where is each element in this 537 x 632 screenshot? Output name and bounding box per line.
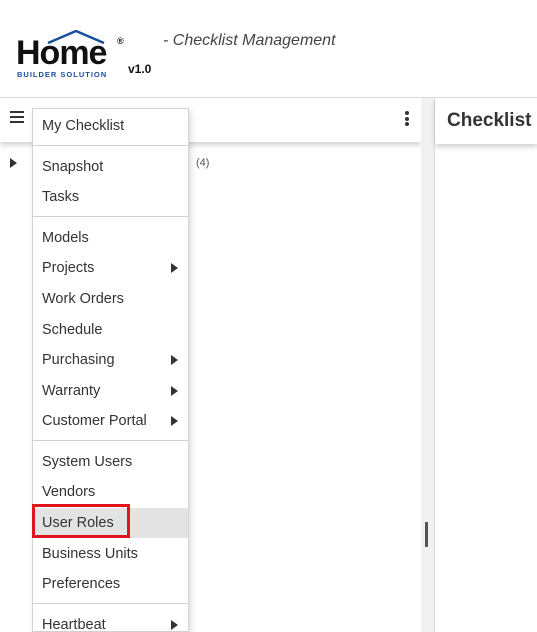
menu-item-label: Preferences [42,576,121,592]
menu-separator [33,440,188,441]
app-header: Home ® BUILDER SOLUTION v1.0 - Checklist… [0,0,537,97]
submenu-arrow-icon [171,355,178,365]
menu-item-label: Schedule [42,322,103,338]
highlight-annotation [32,504,130,538]
menu-item-work-orders[interactable]: Work Orders [33,284,188,314]
logo-tagline: BUILDER SOLUTION [17,70,108,79]
menu-item-label: Business Units [42,546,138,562]
submenu-arrow-icon [171,386,178,396]
menu-item-preferences[interactable]: Preferences [33,569,188,599]
tree-node-count: (4) [196,157,210,169]
menu-item-label: Warranty [42,383,101,399]
menu-item-projects[interactable]: Projects [33,253,188,283]
menu-item-label: Models [42,230,89,246]
menu-item-system-users[interactable]: System Users [33,447,188,477]
menu-separator [33,603,188,604]
panel-title: Checklist [447,110,532,131]
home-builder-logo[interactable]: Home ® BUILDER SOLUTION v1.0 [16,30,156,82]
logo-registered-mark: ® [117,36,124,46]
menu-item-label: Customer Portal [42,413,147,429]
menu-item-vendors[interactable]: Vendors [33,477,188,507]
menu-item-models[interactable]: Models [33,223,188,253]
splitter-handle[interactable] [425,522,428,547]
menu-item-business-units[interactable]: Business Units [33,539,188,569]
menu-item-snapshot[interactable]: Snapshot [33,152,188,182]
more-options-icon[interactable] [404,111,410,127]
right-panel: Checklist [434,98,537,632]
menu-item-label: My Checklist [42,118,125,134]
menu-separator [33,216,188,217]
menu-item-warranty[interactable]: Warranty [33,376,188,406]
navigation-menu: My Checklist Snapshot Tasks Models Proje… [32,108,189,632]
logo-version: v1.0 [128,62,152,76]
right-toolbar: Checklist [435,98,537,144]
menu-item-label: System Users [42,454,133,470]
menu-item-customer-portal[interactable]: Customer Portal [33,406,188,436]
hamburger-menu-icon[interactable] [10,111,24,125]
expand-caret-icon[interactable] [10,158,17,168]
menu-item-label: Purchasing [42,352,115,368]
menu-item-label: Vendors [42,484,96,500]
menu-item-heartbeat[interactable]: Heartbeat [33,610,188,632]
logo-word: Home [16,34,107,72]
panel-splitter[interactable] [421,98,434,632]
submenu-arrow-icon [171,620,178,630]
menu-item-tasks[interactable]: Tasks [33,182,188,212]
page-subtitle: - Checklist Management [163,32,336,49]
menu-item-schedule[interactable]: Schedule [33,315,188,345]
menu-item-label: Heartbeat [42,617,106,632]
menu-item-label: Projects [42,260,95,276]
menu-item-label: Snapshot [42,159,104,175]
menu-item-purchasing[interactable]: Purchasing [33,345,188,375]
menu-item-label: Tasks [42,189,80,205]
menu-separator [33,145,188,146]
submenu-arrow-icon [171,416,178,426]
submenu-arrow-icon [171,263,178,273]
menu-item-my-checklist[interactable]: My Checklist [33,111,188,141]
menu-item-label: Work Orders [42,291,124,307]
